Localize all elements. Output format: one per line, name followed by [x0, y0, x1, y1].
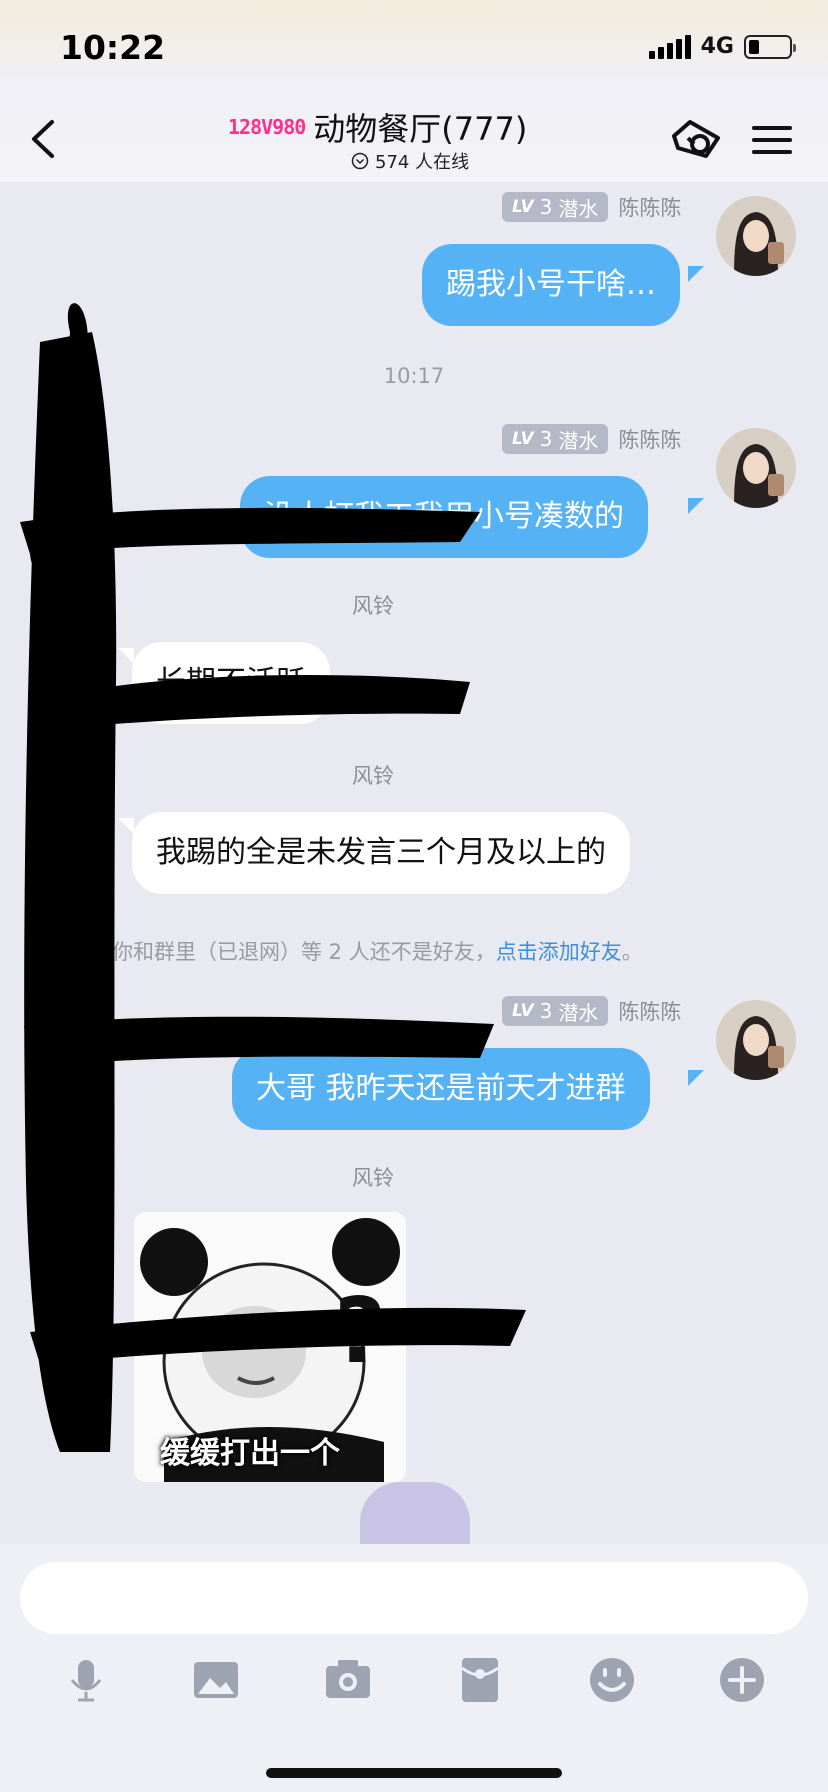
- sender-name: 陈陈陈: [618, 1000, 682, 1024]
- level-number: 3: [539, 195, 553, 219]
- avatar[interactable]: [716, 428, 796, 508]
- battery-icon: [744, 34, 796, 59]
- message-meta: 风铃: [130, 590, 394, 620]
- message-bubble-outgoing[interactable]: 没人打我工我用小号凑数的: [240, 476, 648, 558]
- home-indicator[interactable]: [266, 1768, 562, 1778]
- sender-name: 陈陈陈: [618, 196, 682, 220]
- red-packet-icon[interactable]: [454, 1654, 506, 1706]
- timestamp: 10:17: [383, 364, 445, 388]
- menu-icon[interactable]: [744, 112, 800, 168]
- input-bar: [0, 1544, 828, 1792]
- notice-end: 。: [621, 940, 643, 964]
- sticker-caption: 缓缓打出一个: [160, 1436, 340, 1471]
- status-indicators: 4G: [648, 34, 796, 59]
- friend-notice: 你和群里（已退网）等 2 人还不是好友，点击添加好友。: [112, 936, 643, 966]
- message-meta: LV 3 潜水 陈陈陈: [502, 996, 681, 1026]
- level-label: LV: [512, 429, 534, 449]
- avatar[interactable]: [716, 196, 796, 276]
- bubble-tail: [118, 818, 134, 834]
- message-meta: LV 3 潜水 陈陈陈: [502, 192, 681, 222]
- sender-name: 风铃: [352, 764, 394, 788]
- bubble-tail: [688, 498, 704, 514]
- sticker-image[interactable]: ? 缓缓打出一个: [134, 1212, 406, 1482]
- rank-label: 潜水: [558, 1000, 599, 1025]
- level-label: LV: [512, 1001, 534, 1021]
- message-input[interactable]: [20, 1562, 808, 1634]
- page-title: 动物餐厅(777): [313, 110, 528, 148]
- level-badge: LV 3 潜水: [502, 424, 609, 454]
- group-game-icon[interactable]: [668, 112, 724, 168]
- level-badge: LV 3 潜水: [502, 996, 609, 1026]
- plus-icon[interactable]: [716, 1654, 768, 1706]
- level-number: 3: [539, 427, 553, 451]
- svg-text:?: ?: [334, 1279, 386, 1384]
- level-badge: LV 3 潜水: [502, 192, 609, 222]
- message-bubble-outgoing[interactable]: 大哥 我昨天还是前天才进群: [232, 1048, 650, 1130]
- bubble-tail: [118, 648, 134, 664]
- back-icon[interactable]: [24, 114, 64, 164]
- online-chevron-icon: [351, 152, 369, 170]
- network-label: 4G: [700, 34, 734, 59]
- level-label: LV: [512, 197, 534, 217]
- status-time: 10:22: [60, 28, 166, 67]
- group-title-row[interactable]: 128V980 动物餐厅(777): [226, 104, 527, 150]
- bubble-tail: [688, 266, 704, 282]
- add-friend-link[interactable]: 点击添加好友: [496, 940, 622, 964]
- online-label: 574 人在线: [375, 152, 470, 173]
- message-meta: 风铃: [130, 760, 394, 790]
- chat-area[interactable]: LV 3 潜水 陈陈陈 踢我小号干啥… 10:17 LV 3 潜水 陈陈陈 没人…: [0, 182, 828, 1544]
- message-bubble-incoming[interactable]: 我踢的全是未发言三个月及以上的: [132, 812, 630, 894]
- signal-icon: [648, 34, 691, 59]
- avatar[interactable]: [716, 1000, 796, 1080]
- camera-icon[interactable]: [322, 1654, 374, 1706]
- message-bubble-incoming[interactable]: 长期不活跃: [132, 642, 330, 724]
- rank-label: 潜水: [558, 196, 599, 221]
- emoji-icon[interactable]: [586, 1654, 638, 1706]
- message-meta: LV 3 潜水 陈陈陈: [502, 424, 681, 454]
- online-count: 574 人在线: [351, 148, 469, 174]
- image-icon[interactable]: [190, 1654, 242, 1706]
- sender-name: 风铃: [352, 594, 394, 618]
- message-bubble-outgoing[interactable]: 踢我小号干啥…: [422, 244, 680, 326]
- bubble-tail: [688, 1070, 704, 1086]
- sender-name: 陈陈陈: [618, 428, 682, 452]
- partial-avatar: [360, 1482, 470, 1544]
- sender-name: 风铃: [352, 1166, 394, 1190]
- message-meta: 风铃: [130, 1162, 394, 1192]
- level-number: 3: [539, 999, 553, 1023]
- group-badge: 128V980: [228, 115, 306, 139]
- notice-text: 你和群里（已退网）等 2 人还不是好友，: [112, 940, 496, 964]
- rank-label: 潜水: [558, 428, 599, 453]
- mic-icon[interactable]: [60, 1654, 112, 1706]
